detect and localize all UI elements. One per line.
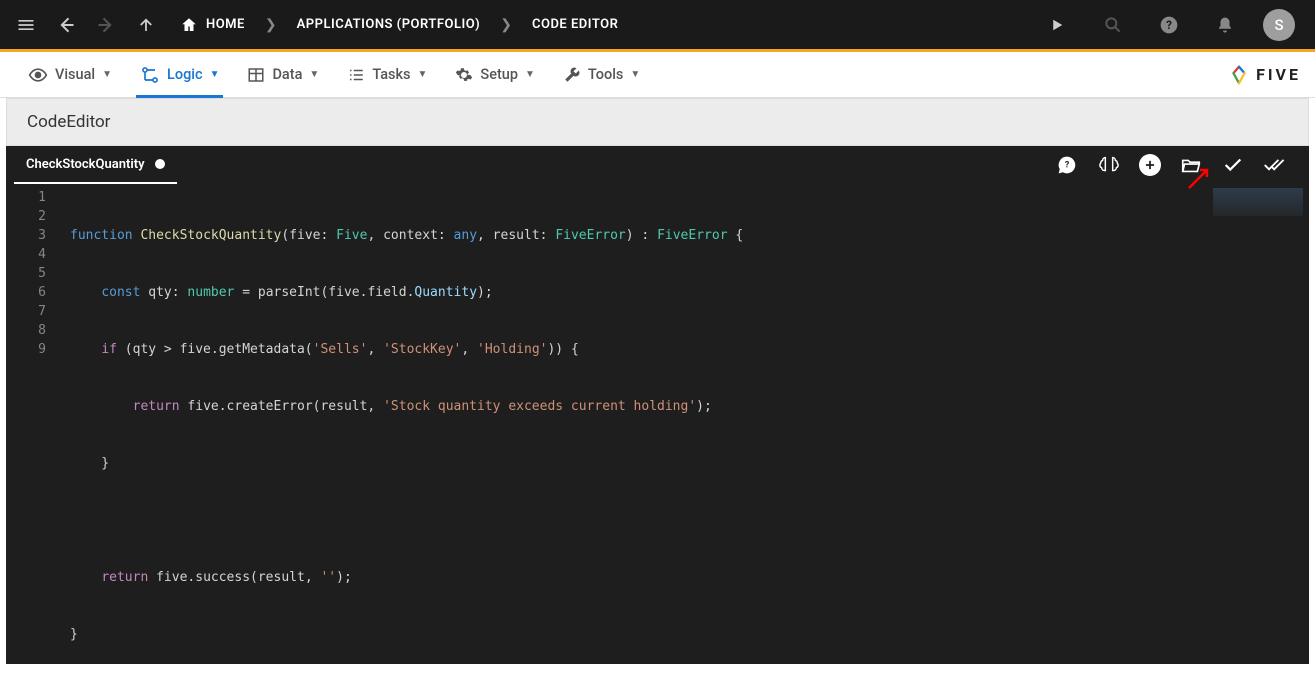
nav-tasks[interactable]: Tasks ▼: [333, 52, 441, 97]
breadcrumb-applications[interactable]: APPLICATIONS (PORTFOLIO): [297, 17, 481, 32]
tasks-icon: [347, 66, 365, 84]
code-area[interactable]: 1 2 3 4 5 6 7 8 9 function CheckStockQua…: [6, 184, 1309, 664]
eye-icon: [28, 65, 48, 85]
double-check-icon[interactable]: [1263, 153, 1287, 177]
nav-data[interactable]: Data ▼: [233, 52, 333, 97]
caret-down-icon: ▼: [210, 69, 220, 80]
breadcrumb-codeeditor-label: CODE EDITOR: [532, 17, 618, 32]
line-number: 9: [6, 340, 46, 359]
bell-icon[interactable]: [1207, 7, 1243, 43]
chevron-right-icon: ❯: [265, 17, 277, 33]
page-title: CodeEditor: [6, 98, 1309, 146]
code-line: if (qty > five.getMetadata('Sells', 'Sto…: [70, 340, 1309, 359]
code-line: }: [70, 454, 1309, 473]
chevron-right-icon: ❯: [500, 17, 512, 33]
line-number: 7: [6, 302, 46, 321]
breadcrumb-home[interactable]: HOME: [180, 16, 245, 34]
code-line: return five.success(result, '');: [70, 568, 1309, 587]
brand-label: FIVE: [1256, 65, 1301, 84]
editor-tab-label: CheckStockQuantity: [26, 157, 145, 172]
menu-icon[interactable]: [8, 7, 44, 43]
breadcrumb-applications-label: APPLICATIONS (PORTFOLIO): [297, 17, 481, 32]
breadcrumb-home-label: HOME: [206, 17, 245, 32]
editor: CheckStockQuantity ?: [6, 146, 1309, 664]
home-icon: [180, 16, 198, 34]
up-icon[interactable]: [128, 7, 164, 43]
editor-tab[interactable]: CheckStockQuantity: [14, 146, 177, 184]
code-line: }: [70, 625, 1309, 644]
line-number: 5: [6, 264, 46, 283]
page-title-label: CodeEditor: [27, 112, 110, 132]
breadcrumb: HOME ❯ APPLICATIONS (PORTFOLIO) ❯ CODE E…: [180, 16, 618, 34]
breadcrumb-codeeditor[interactable]: CODE EDITOR: [532, 17, 618, 32]
brand: FIVE: [1228, 64, 1301, 86]
topbar-left: HOME ❯ APPLICATIONS (PORTFOLIO) ❯ CODE E…: [8, 7, 618, 43]
brain-icon[interactable]: [1097, 153, 1121, 177]
avatar-initial: S: [1274, 16, 1283, 34]
code-line: const qty: number = parseInt(five.field.…: [70, 283, 1309, 302]
nav-visual-label: Visual: [55, 66, 95, 83]
nav-logic[interactable]: Logic ▼: [126, 52, 233, 97]
secondary-nav: Visual ▼ Logic ▼ Data ▼ Tasks ▼ Setup ▼ Tools…: [0, 52, 1315, 98]
nav-tools-label: Tools: [588, 66, 623, 83]
caret-down-icon: ▼: [102, 69, 112, 80]
svg-text:?: ?: [1166, 18, 1172, 32]
caret-down-icon: ▼: [418, 69, 428, 80]
code-line: function CheckStockQuantity(five: Five, …: [70, 226, 1309, 245]
nav-data-label: Data: [272, 66, 302, 83]
caret-down-icon: ▼: [630, 69, 640, 80]
add-icon[interactable]: [1139, 154, 1161, 176]
line-number: 2: [6, 207, 46, 226]
back-icon[interactable]: [48, 7, 84, 43]
editor-actions: ?: [1055, 153, 1301, 177]
forward-icon: [88, 7, 124, 43]
svg-text:?: ?: [1065, 161, 1070, 171]
nav-tools[interactable]: Tools ▼: [549, 52, 654, 97]
dirty-indicator-icon: [155, 159, 165, 169]
nav-tasks-label: Tasks: [372, 66, 410, 83]
search-icon[interactable]: [1095, 7, 1131, 43]
editor-tabbar: CheckStockQuantity ?: [6, 146, 1309, 184]
code-body[interactable]: function CheckStockQuantity(five: Five, …: [60, 184, 1309, 664]
help-icon[interactable]: ?: [1151, 7, 1187, 43]
nav-visual[interactable]: Visual ▼: [14, 52, 126, 97]
gutter: 1 2 3 4 5 6 7 8 9: [6, 184, 60, 664]
topbar: HOME ❯ APPLICATIONS (PORTFOLIO) ❯ CODE E…: [0, 0, 1315, 52]
line-number: 3: [6, 226, 46, 245]
caret-down-icon: ▼: [309, 69, 319, 80]
avatar[interactable]: S: [1263, 9, 1295, 41]
table-icon: [247, 66, 265, 84]
folder-open-icon[interactable]: [1179, 153, 1203, 177]
play-icon[interactable]: [1039, 7, 1075, 43]
topbar-right: ? S: [1039, 7, 1307, 43]
line-number: 6: [6, 283, 46, 302]
brand-icon: [1228, 64, 1250, 86]
line-number: 1: [6, 188, 46, 207]
logic-icon: [140, 65, 160, 85]
caret-down-icon: ▼: [525, 69, 535, 80]
nav-logic-label: Logic: [167, 66, 203, 83]
help-bubble-icon[interactable]: ?: [1055, 153, 1079, 177]
line-number: 8: [6, 321, 46, 340]
nav-setup-label: Setup: [480, 66, 518, 83]
line-number: 4: [6, 245, 46, 264]
tools-icon: [563, 66, 581, 84]
nav-setup[interactable]: Setup ▼: [441, 52, 549, 97]
code-line: return five.createError(result, 'Stock q…: [70, 397, 1309, 416]
check-icon[interactable]: [1221, 153, 1245, 177]
code-line: [70, 511, 1309, 530]
gear-icon: [455, 66, 473, 84]
